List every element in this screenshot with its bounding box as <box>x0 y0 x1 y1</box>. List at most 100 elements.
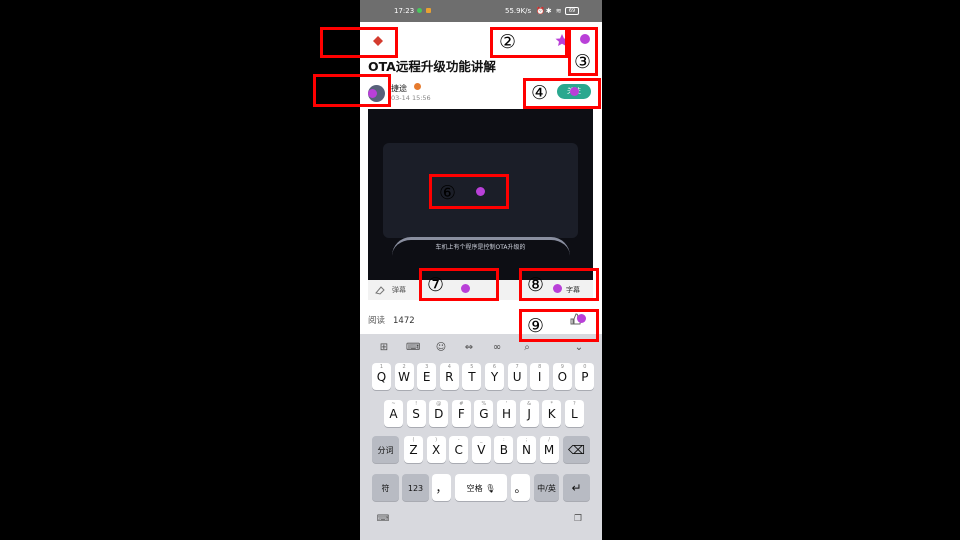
key-n[interactable]: ; N <box>517 436 536 463</box>
key-y[interactable]: 6Y <box>485 363 504 390</box>
marker-1: ① <box>320 27 398 58</box>
verified-badge-icon <box>414 83 421 90</box>
comma-key[interactable]: ， <box>432 474 451 501</box>
key-hint: 6 <box>492 364 497 370</box>
danmaku-label[interactable]: 弹幕 <box>392 285 406 295</box>
key-label: L <box>570 407 578 421</box>
key-g[interactable]: % G <box>474 400 494 427</box>
key-label: O <box>557 370 568 384</box>
key-label: N <box>522 443 531 457</box>
key-o[interactable]: 9O <box>552 363 572 390</box>
marker-3: ③ <box>568 27 598 76</box>
keyboard-icon[interactable]: ⌨ <box>406 342 420 354</box>
key-d[interactable]: @ D <box>429 400 449 427</box>
marker-7: ⑦ <box>419 268 499 301</box>
collapse-icon[interactable]: ⌄ <box>572 342 586 354</box>
key-label: C <box>454 443 463 457</box>
key-hint: ; <box>525 437 528 443</box>
key-hint: : <box>503 437 505 443</box>
key-h[interactable]: ' H <box>497 400 516 427</box>
period-key[interactable]: 。 <box>511 474 530 501</box>
key-label: E <box>422 370 431 384</box>
key-x[interactable]: ) X <box>426 436 446 463</box>
key-label: I <box>537 370 542 384</box>
key-r[interactable]: 4R <box>439 363 459 390</box>
author-name[interactable]: 捷途 <box>391 83 407 94</box>
emoji-icon[interactable]: ☺ <box>434 342 448 354</box>
backspace-key[interactable]: ⌫ <box>563 436 590 463</box>
key-l[interactable]: ? L <box>564 400 584 427</box>
key-k[interactable]: * K <box>542 400 562 427</box>
key-hint: 5 <box>470 364 474 370</box>
key-label: Q <box>376 370 387 384</box>
key-f[interactable]: # F <box>451 400 471 427</box>
mic-icon: 🎙 <box>485 484 496 493</box>
marker-6: ⑥ <box>429 174 509 209</box>
number-key[interactable]: 123 <box>402 474 429 501</box>
key-label: A <box>389 407 398 421</box>
key-hint: 7 <box>515 364 519 370</box>
key-i[interactable]: 8I <box>530 363 550 390</box>
lang-switch-key[interactable]: 中/英 <box>534 474 559 501</box>
link-icon[interactable]: ∞ <box>490 342 504 354</box>
marker-2: ② <box>490 27 568 58</box>
key-hint: # <box>459 401 464 407</box>
key-label: Y <box>490 370 499 384</box>
status-indicator-icon <box>417 8 422 13</box>
key-label: M <box>543 443 555 457</box>
space-label: 空格 <box>466 484 483 493</box>
key-q[interactable]: 1Q <box>372 363 391 390</box>
keyboard-switch-icon[interactable]: ⌨ <box>376 514 390 526</box>
key-p[interactable]: 0P <box>575 363 595 390</box>
key-label: U <box>512 370 522 384</box>
key-hint: ' <box>505 401 508 407</box>
key-hint: 0 <box>583 364 587 370</box>
eraser-icon[interactable] <box>374 284 386 296</box>
clipboard-icon[interactable]: ❐ <box>571 514 585 526</box>
key-label: B <box>499 443 508 457</box>
publish-date: 03-14 15:56 <box>391 94 431 102</box>
key-label: X <box>431 443 441 457</box>
key-c[interactable]: -C <box>449 436 469 463</box>
key-j[interactable]: & J <box>519 400 539 427</box>
key-label: Z <box>409 443 418 457</box>
key-w[interactable]: 2W <box>394 363 414 390</box>
key-v[interactable]: _ V <box>471 436 491 463</box>
marker-5: ⑤ <box>313 74 391 107</box>
search-icon[interactable]: ⌕ <box>520 342 534 354</box>
status-time: 17:23 <box>394 7 415 15</box>
key-label: K <box>547 407 556 421</box>
key-hint: 4 <box>447 364 451 370</box>
enter-key[interactable]: ↵ <box>563 474 590 501</box>
key-hint: 9 <box>560 364 564 370</box>
key-hint: _ <box>480 437 483 443</box>
key-s[interactable]: ! S <box>406 400 426 427</box>
key-hint: 8 <box>538 364 542 370</box>
key-hint: ! <box>415 401 418 407</box>
key-a[interactable]: ~ A <box>384 400 403 427</box>
cursor-icon[interactable]: ⇔ <box>462 342 476 354</box>
space-key[interactable]: 空格 🎙 <box>455 474 507 501</box>
target-dot-6 <box>476 187 485 196</box>
video-subtitle: 车机上有个程序是控制OTA升级的 <box>435 244 526 251</box>
grid-icon[interactable]: ⊞ <box>377 342 391 354</box>
key-e[interactable]: 3E <box>417 363 437 390</box>
target-dot-5 <box>368 89 377 98</box>
key-label: V <box>477 443 486 457</box>
target-dot-9 <box>577 314 586 323</box>
symbol-key[interactable]: 符 <box>372 474 399 501</box>
key-m[interactable]: / M <box>539 436 559 463</box>
keyboard: ⊞ ⌨ ☺ ⇔ ∞ ⌕ ⌄ 1Q2W3E4R5T6Y7U8I9O0P ~ A! S @… <box>360 334 602 540</box>
key-label: H <box>501 407 512 421</box>
key-t[interactable]: 5T <box>462 363 482 390</box>
key-z[interactable]: (Z <box>404 436 423 463</box>
key-hint: @ <box>436 401 442 407</box>
fenci-key[interactable]: 分词 <box>372 436 399 463</box>
key-b[interactable]: :B <box>494 436 514 463</box>
key-label: T <box>468 370 476 384</box>
key-hint: ~ <box>391 401 396 407</box>
key-u[interactable]: 7U <box>507 363 527 390</box>
key-hint: * <box>550 401 553 407</box>
target-dot-8 <box>553 284 562 293</box>
read-label: 阅读 <box>368 316 386 326</box>
